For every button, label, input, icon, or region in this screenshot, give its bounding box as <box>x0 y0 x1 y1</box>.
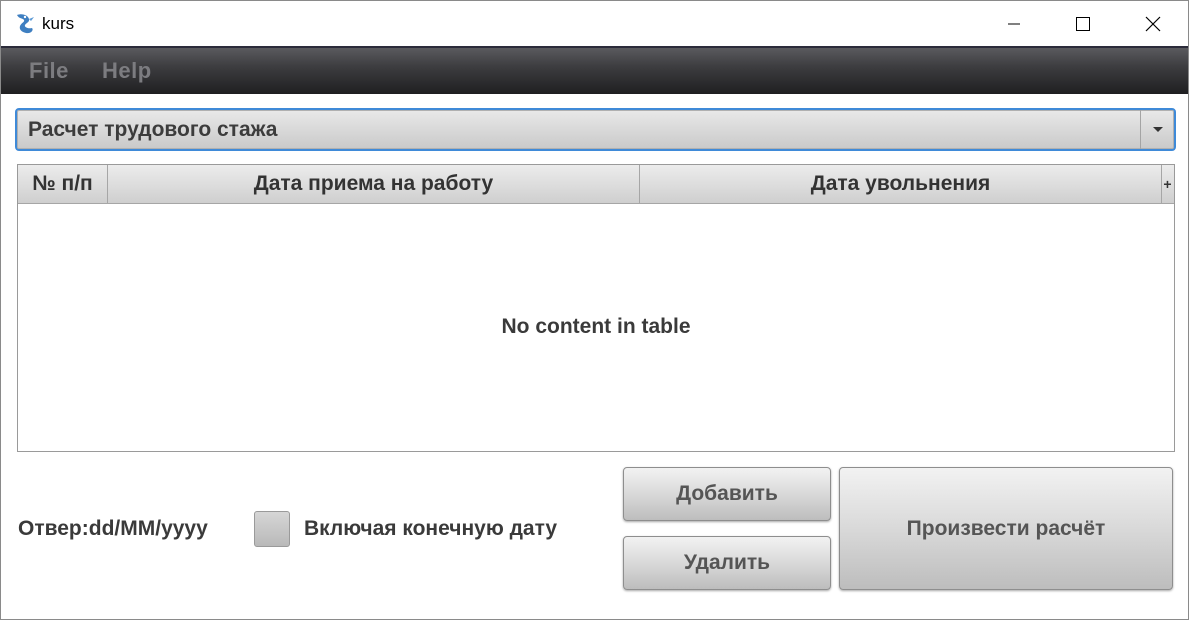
dragon-app-icon <box>17 14 34 34</box>
close-button[interactable] <box>1118 1 1188 46</box>
include-end-date-checkbox[interactable] <box>254 511 290 547</box>
calculate-button[interactable]: Произвести расчёт <box>839 467 1173 590</box>
column-header-number[interactable]: № п/п <box>18 165 108 203</box>
employment-table[interactable]: № п/п Дата приема на работу Дата увольне… <box>17 164 1175 452</box>
minimize-button[interactable] <box>979 1 1049 46</box>
calculation-type-value: Расчет трудового стажа <box>28 118 278 141</box>
close-icon <box>1145 16 1161 31</box>
table-header: № п/п Дата приема на работу Дата увольне… <box>18 165 1174 204</box>
column-header-hire-date[interactable]: Дата приема на работу <box>108 165 640 203</box>
app-window: kurs File Help Расчет трудового стажа № … <box>0 0 1189 620</box>
table-empty-placeholder: No content in table <box>501 315 691 338</box>
chevron-down-icon <box>1152 126 1163 132</box>
menu-help[interactable]: Help <box>102 58 152 84</box>
date-format-label: Отвер:dd/MM/yyyy <box>18 517 208 540</box>
title-bar[interactable]: kurs <box>1 1 1188 46</box>
column-header-dismissal-date[interactable]: Дата увольнения <box>640 165 1162 203</box>
maximize-button[interactable] <box>1048 1 1118 46</box>
include-end-date-label[interactable]: Включая конечную дату <box>304 517 557 541</box>
menu-file[interactable]: File <box>29 58 69 84</box>
delete-button[interactable]: Удалить <box>623 536 831 590</box>
calculation-type-select[interactable]: Расчет трудового стажа <box>15 108 1176 151</box>
column-menu-button[interactable]: + <box>1161 165 1174 203</box>
window-title: kurs <box>42 14 75 33</box>
menu-bar: File Help <box>1 46 1188 94</box>
minimize-icon <box>1008 23 1020 24</box>
add-button[interactable]: Добавить <box>623 467 831 521</box>
dropdown-button[interactable] <box>1140 110 1174 149</box>
maximize-icon <box>1076 16 1090 31</box>
